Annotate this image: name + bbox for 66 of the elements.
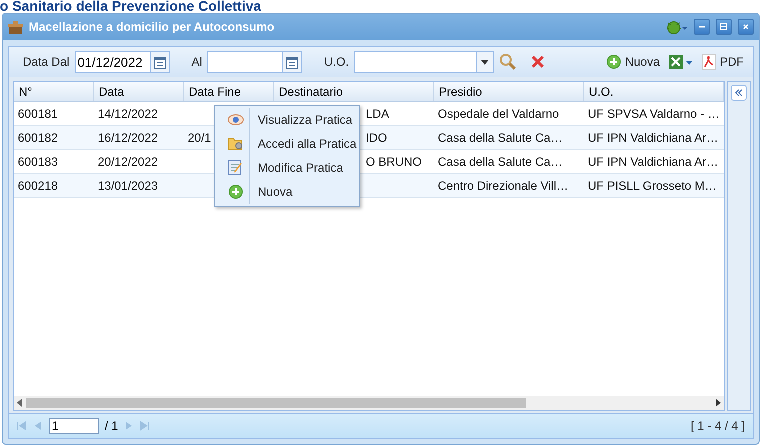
table-cell-text: UF IPN Valdichiana Ar… [587,154,718,168]
table-cell-text: 600182 [17,130,58,144]
menu-item[interactable]: Nuova [215,180,359,204]
table-cell-text: 16/12/2022 [97,130,158,144]
minimize-button[interactable] [694,19,710,35]
date-from-field[interactable]: 01/12/2022 [74,51,170,73]
table-cell-text: 20/12/2022 [97,154,158,168]
table-cell-text: 600183 [17,154,58,168]
horizontal-scrollbar[interactable] [14,396,724,410]
column-header[interactable]: Data Fine [184,82,274,101]
table-cell-text: 600218 [17,178,58,192]
scroll-left-icon[interactable] [17,399,22,407]
pdf-button[interactable]: PDF [699,52,747,72]
expand-button[interactable] [731,85,747,101]
close-icon [742,23,750,31]
dropdown-arrow-icon[interactable] [481,60,490,64]
column-header[interactable]: Destinatario [274,82,434,101]
building-icon [8,20,23,34]
table-cell-text: Casa della Salute Ca… [437,130,563,144]
page-field[interactable]: 1 [49,418,99,434]
table-cell-text: 14/12/2022 [97,106,158,120]
table-cell-text: UF PISLL Grosseto M… [587,178,717,192]
column-header[interactable]: Data [94,82,184,101]
uo-label: U.O. [324,55,350,69]
table-cell-text: 13/01/2023 [97,178,158,192]
bug-icon[interactable] [666,19,688,35]
date-to-field[interactable] [207,51,302,73]
new-button[interactable]: Nuova [604,53,663,71]
window-title: Macellazione a domicilio per Autoconsumo [29,20,276,34]
pdf-icon [702,54,716,70]
column-header[interactable]: N° [14,82,94,101]
folder-gear-icon [228,137,244,151]
double-chevron-icon [735,89,743,97]
menu-item[interactable]: Accedi alla Pratica [215,132,359,156]
menu-item[interactable]: Visualizza Pratica [215,108,359,132]
search-icon[interactable] [499,53,518,71]
calendar-button[interactable] [282,52,302,72]
add-icon [607,55,622,69]
record-summary: [ 1 - 4 / 4 ] [690,419,745,433]
column-header[interactable]: U.O. [584,82,724,101]
table-cell-text: Ospedale del Valdarno [437,106,560,120]
calendar-button[interactable] [150,52,169,72]
table-cell-text: UF IPN Valdichiana Ar… [587,130,718,144]
clear-icon[interactable] [531,55,546,69]
restore-icon [720,23,728,31]
close-button[interactable] [738,19,754,35]
spreadsheet-icon[interactable] [668,54,694,70]
page-title: o Sanitario della Prevenzione Collettiva [0,0,262,13]
table-cell-text: Centro Direzionale Vill… [437,178,568,192]
restore-button[interactable] [716,19,732,35]
table-cell-text: 600181 [17,106,58,120]
column-header[interactable]: Presidio [434,82,584,101]
table-cell-text: LDA [365,106,390,120]
menu-item[interactable]: Modifica Pratica [215,156,359,180]
table-cell-text: 20/1 [187,130,212,144]
table-cell-text: O BRUNO [365,154,422,168]
page-count: / 1 [105,419,118,433]
table-cell-text: Casa della Salute Ca… [437,154,563,168]
add-icon [229,185,243,199]
to-label: Al [192,55,202,69]
table-cell-text: UF SPVSA Valdarno - … [587,106,720,120]
table-cell-text: IDO [365,130,388,144]
from-label: Data Dal [23,55,70,69]
scroll-right-icon[interactable] [716,399,721,407]
eye-icon [228,114,244,126]
edit-icon [228,160,244,176]
